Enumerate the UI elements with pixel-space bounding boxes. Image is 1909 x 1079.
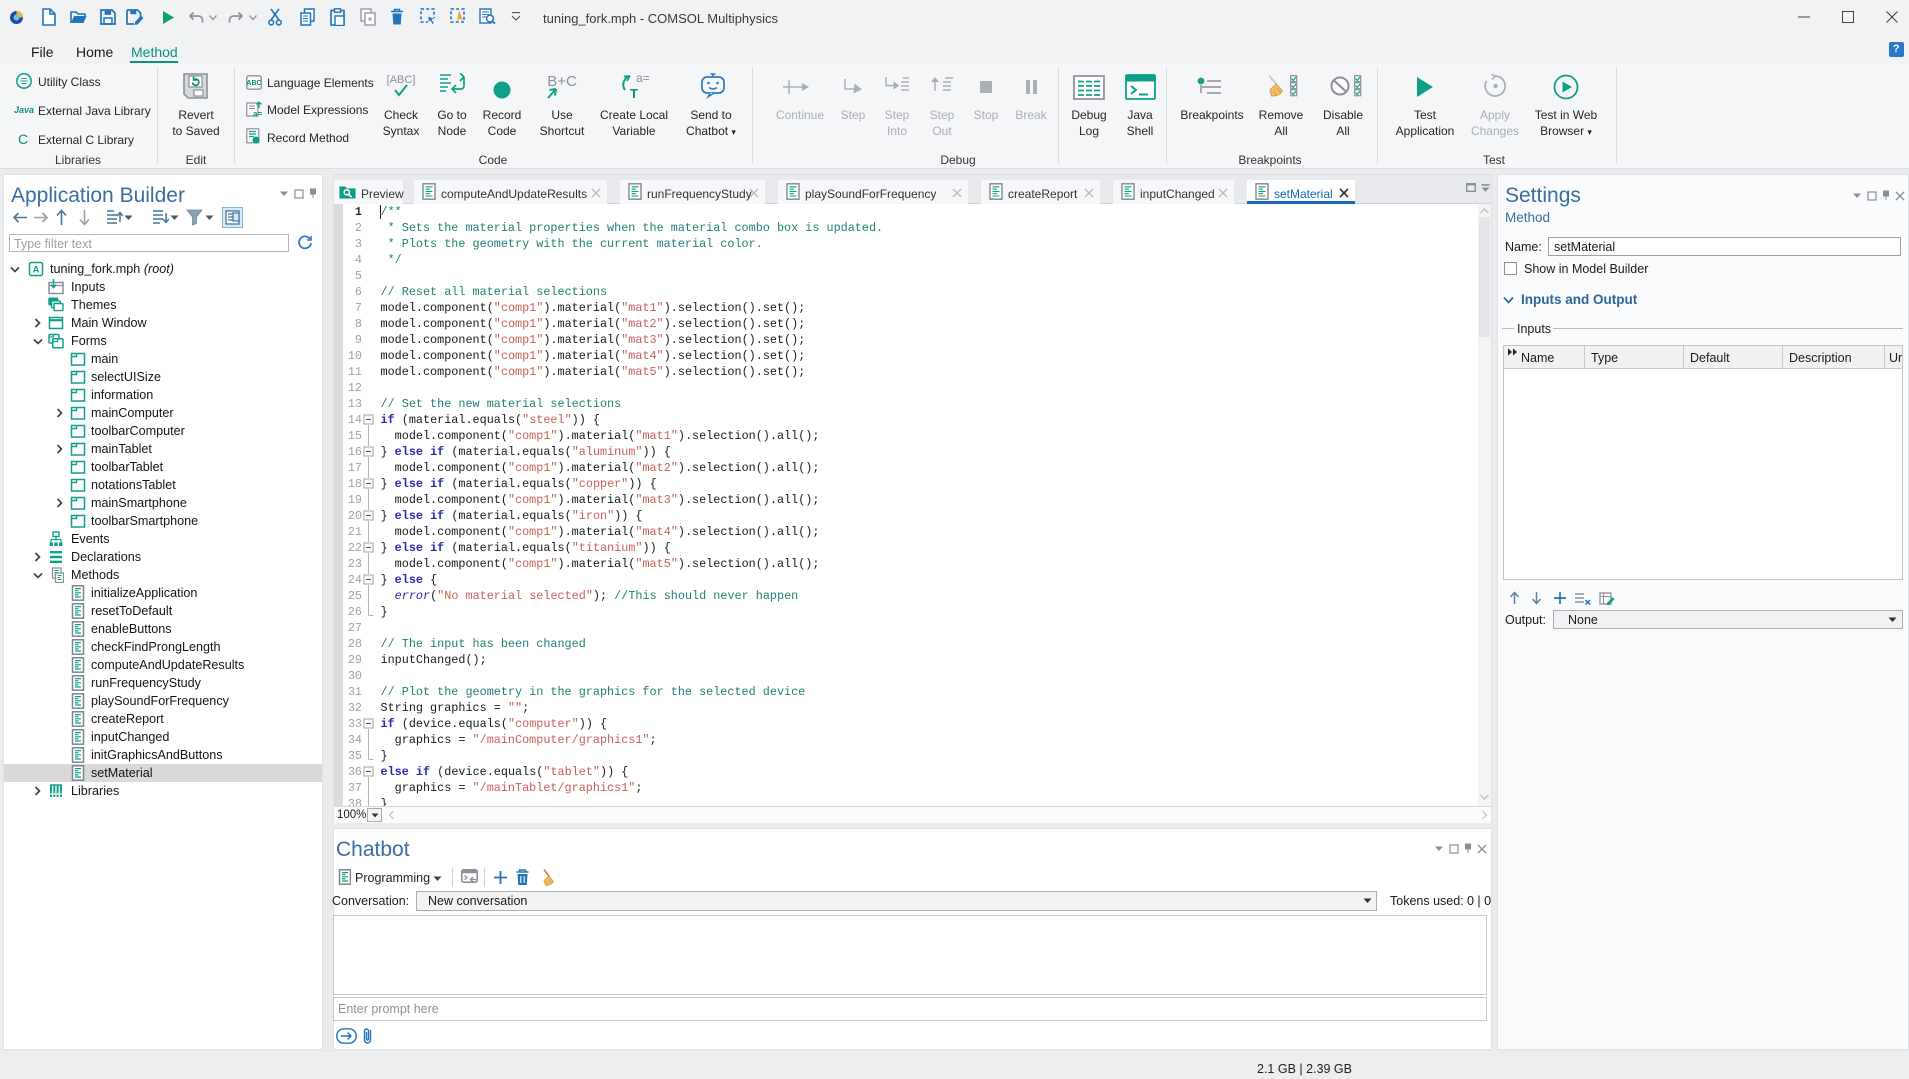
svg-text:a=: a= <box>636 72 650 85</box>
svg-text:a=: a= <box>253 110 262 118</box>
svg-text:A: A <box>33 264 40 275</box>
svg-text:ABC: ABC <box>246 80 261 87</box>
svg-text:T: T <box>630 86 638 100</box>
svg-text:[ABC]: [ABC] <box>387 74 415 86</box>
svg-text:B+C: B+C <box>547 73 577 90</box>
